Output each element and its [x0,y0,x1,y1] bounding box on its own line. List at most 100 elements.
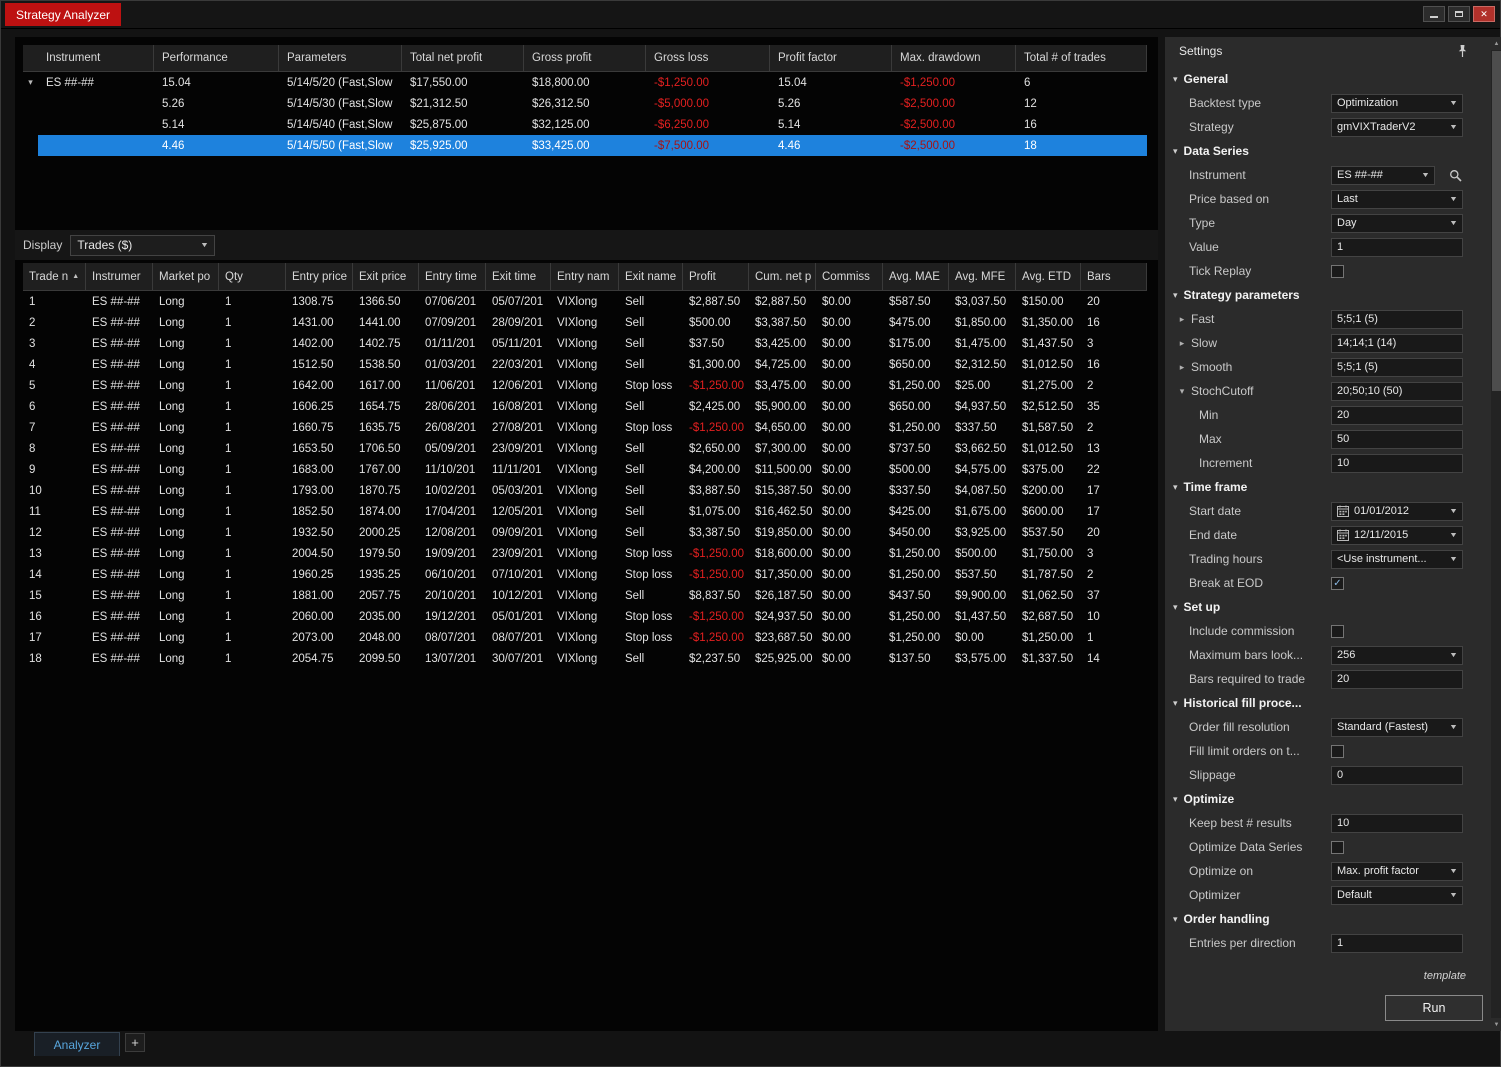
trades-column-header[interactable]: Avg. MFE [949,263,1016,290]
maximize-button[interactable] [1448,6,1470,22]
settings-input[interactable]: 50 [1331,429,1463,449]
settings-scrollbar[interactable]: ▲ ▼ [1491,37,1501,1031]
settings-input[interactable]: 5;5;1 (5) [1331,309,1463,329]
trades-column-header[interactable]: Market po [153,263,219,290]
results-column-header[interactable]: Performance [154,45,279,71]
settings-section-header[interactable]: ▾ Time frame [1165,475,1491,499]
settings-section-header[interactable]: ▾ Set up [1165,595,1491,619]
settings-input[interactable]: 5;5;1 (5) [1331,357,1463,377]
trades-column-header[interactable]: Entry time [419,263,486,290]
param-expand-icon[interactable]: ▸ [1177,338,1187,349]
settings-section-header[interactable]: ▾ General [1165,67,1491,91]
scrollbar-thumb[interactable] [1492,51,1501,391]
section-collapse-icon[interactable]: ▾ [1173,794,1178,805]
expand-collapse-icon[interactable]: ▾ [28,77,33,88]
trades-column-header[interactable]: Avg. MAE [883,263,949,290]
trade-row[interactable]: 12 ES ##-## Long 1 1932.50 2000.25 12/08/201 09… [23,522,1147,543]
trade-row[interactable]: 14 ES ##-## Long 1 1960.25 1935.25 06/10/201 07… [23,564,1147,585]
trades-column-header[interactable]: Exit price [353,263,419,290]
pin-icon[interactable] [1457,44,1468,61]
settings-dropdown[interactable]: <Use instrument... ▼ [1331,549,1463,569]
trade-row[interactable]: 17 ES ##-## Long 1 2073.00 2048.00 08/07/201 08… [23,627,1147,648]
trade-row[interactable]: 5 ES ##-## Long 1 1642.00 1617.00 11/06/201 12/… [23,375,1147,396]
settings-input[interactable]: 1 [1331,237,1463,257]
settings-dropdown[interactable]: Optimization ▼ [1331,93,1463,113]
param-expand-icon[interactable]: ▸ [1177,314,1187,325]
settings-dropdown[interactable]: Day ▼ [1331,213,1463,233]
settings-datepicker[interactable]: 12/11/2015 ▼ [1331,525,1463,545]
trade-row[interactable]: 10 ES ##-## Long 1 1793.00 1870.75 10/02/201 05… [23,480,1147,501]
titlebar[interactable]: Strategy Analyzer ✕ [1,1,1500,29]
trade-row[interactable]: 7 ES ##-## Long 1 1660.75 1635.75 26/08/201 27/… [23,417,1147,438]
tab-analyzer[interactable]: Analyzer [34,1032,120,1056]
search-icon[interactable] [1447,167,1463,183]
settings-dropdown[interactable]: gmVIXTraderV2 ▼ [1331,117,1463,137]
settings-checkbox[interactable] [1331,264,1344,278]
trades-column-header[interactable]: Avg. ETD [1016,263,1081,290]
results-column-header[interactable]: Parameters [279,45,402,71]
results-column-header[interactable]: Total # of trades [1016,45,1147,71]
settings-input[interactable]: 10 [1331,453,1463,473]
trade-row[interactable]: 18 ES ##-## Long 1 2054.75 2099.50 13/07/201 30… [23,648,1147,669]
trades-column-header[interactable]: Profit [683,263,749,290]
results-column-header[interactable]: Gross profit [524,45,646,71]
trades-column-header[interactable]: Trade n ▲ [23,263,86,290]
settings-section-header[interactable]: ▾ Order handling [1165,907,1491,931]
trades-column-header[interactable]: Bars [1081,263,1147,290]
settings-input[interactable]: 0 [1331,765,1463,785]
trades-column-header[interactable]: Qty [219,263,286,290]
settings-dropdown[interactable]: Last ▼ [1331,189,1463,209]
window-title-tab[interactable]: Strategy Analyzer [5,3,122,26]
results-row[interactable]: ▾ ES ##-## 15.04 5/14/5/20 (Fast,Slow $17,55… [23,72,1147,93]
trade-row[interactable]: 8 ES ##-## Long 1 1653.50 1706.50 05/09/201 23/… [23,438,1147,459]
section-collapse-icon[interactable]: ▾ [1173,602,1178,613]
settings-input[interactable]: 14;14;1 (14) [1331,333,1463,353]
trades-column-header[interactable]: Entry nam [551,263,619,290]
settings-dropdown[interactable]: Max. profit factor ▼ [1331,861,1463,881]
param-expand-icon[interactable]: ▸ [1177,362,1187,373]
settings-checkbox[interactable] [1331,744,1344,758]
settings-checkbox[interactable] [1331,624,1344,638]
results-column-header[interactable]: Gross loss [646,45,770,71]
trade-row[interactable]: 6 ES ##-## Long 1 1606.25 1654.75 28/06/201 16/… [23,396,1147,417]
add-tab-button[interactable]: + [125,1033,145,1052]
settings-input[interactable]: 1 [1331,933,1463,953]
settings-dropdown[interactable]: 256 ▼ [1331,645,1463,665]
trade-row[interactable]: 13 ES ##-## Long 1 2004.50 1979.50 19/09/201 23… [23,543,1147,564]
settings-section-header[interactable]: ▾ Strategy parameters [1165,283,1491,307]
section-collapse-icon[interactable]: ▾ [1173,290,1178,301]
trade-row[interactable]: 9 ES ##-## Long 1 1683.00 1767.00 11/10/201 11/… [23,459,1147,480]
scroll-down-icon[interactable]: ▼ [1491,1018,1501,1031]
results-column-header[interactable]: Total net profit [402,45,524,71]
section-collapse-icon[interactable]: ▾ [1173,146,1178,157]
trade-row[interactable]: 3 ES ##-## Long 1 1402.00 1402.75 01/11/201 05/… [23,333,1147,354]
results-column-header[interactable]: Profit factor [770,45,892,71]
results-row[interactable]: 5.26 5/14/5/30 (Fast,Slow $21,312.50 $26,31… [23,93,1147,114]
settings-checkbox[interactable] [1331,840,1344,854]
settings-input[interactable]: 10 [1331,813,1463,833]
param-expand-icon[interactable]: ▾ [1177,386,1187,397]
settings-dropdown[interactable]: Standard (Fastest) ▼ [1331,717,1463,737]
instrument-dropdown[interactable]: ES ##-## ▼ [1331,165,1435,185]
trade-row[interactable]: 16 ES ##-## Long 1 2060.00 2035.00 19/12/201 05… [23,606,1147,627]
trades-column-header[interactable]: Instrumer [86,263,153,290]
trade-row[interactable]: 1 ES ##-## Long 1 1308.75 1366.50 07/06/201 05/… [23,291,1147,312]
trade-row[interactable]: 15 ES ##-## Long 1 1881.00 2057.75 20/10/201 10… [23,585,1147,606]
results-row[interactable]: 5.14 5/14/5/40 (Fast,Slow $25,875.00 $32,12… [23,114,1147,135]
trades-column-header[interactable]: Commiss [816,263,883,290]
trades-column-header[interactable]: Exit time [486,263,551,290]
settings-section-header[interactable]: ▾ Data Series [1165,139,1491,163]
settings-input[interactable]: 20;50;10 (50) [1331,381,1463,401]
settings-dropdown[interactable]: Default ▼ [1331,885,1463,905]
template-link[interactable]: template [1424,970,1466,982]
trades-column-header[interactable]: Cum. net p [749,263,816,290]
run-button[interactable]: Run [1385,995,1483,1021]
trade-row[interactable]: 2 ES ##-## Long 1 1431.00 1441.00 07/09/201 28/… [23,312,1147,333]
settings-checkbox[interactable]: ✓ [1331,576,1344,590]
results-row[interactable]: 4.46 5/14/5/50 (Fast,Slow $25,925.00 $33,42… [23,135,1147,156]
close-button[interactable]: ✕ [1473,6,1495,22]
trade-row[interactable]: 11 ES ##-## Long 1 1852.50 1874.00 17/04/201 12… [23,501,1147,522]
section-collapse-icon[interactable]: ▾ [1173,74,1178,85]
settings-input[interactable]: 20 [1331,669,1463,689]
display-dropdown[interactable]: Trades ($) ▼ [70,234,216,256]
